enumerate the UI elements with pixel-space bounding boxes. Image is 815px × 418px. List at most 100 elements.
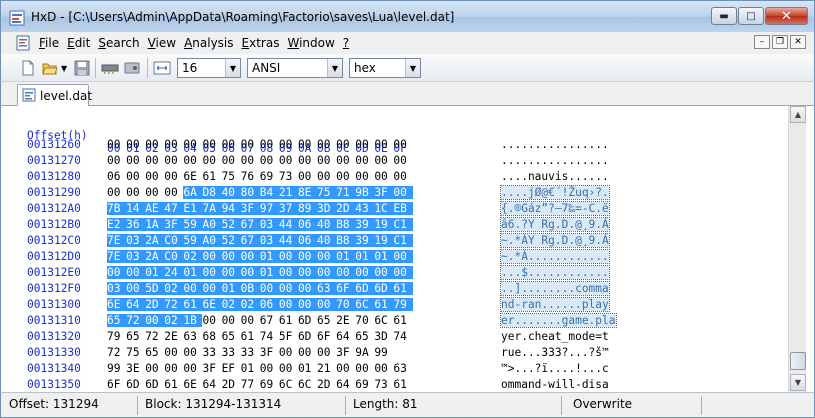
hex-byte[interactable]: 00 (297, 298, 318, 311)
hex-byte[interactable]: 01 (336, 250, 356, 263)
hex-byte[interactable]: 67 (240, 234, 260, 247)
bytes-per-row-select[interactable]: 16 ▼ (177, 58, 241, 78)
hex-byte[interactable]: 2D (317, 378, 336, 391)
save-icon[interactable] (73, 59, 91, 77)
hex-byte[interactable]: 00 (202, 314, 221, 327)
hex-byte[interactable]: 01 (259, 266, 279, 279)
hex-byte[interactable]: 47 (164, 202, 184, 215)
hex-byte[interactable]: 61 (279, 314, 298, 327)
ascii-text[interactable]: ................ (501, 154, 609, 167)
hex-byte[interactable]: 00 (107, 266, 127, 279)
hex-byte[interactable]: 00 (317, 298, 337, 311)
ascii-text[interactable]: ...$............ (500, 265, 610, 280)
hex-byte[interactable]: 00 (221, 266, 241, 279)
hex-byte[interactable]: 19 (374, 234, 394, 247)
tab-level-dat[interactable]: level.dat (17, 84, 92, 106)
hex-byte[interactable]: 00 (164, 186, 183, 199)
hex-byte[interactable]: 01 (355, 250, 375, 263)
hex-byte[interactable]: 03 (126, 250, 146, 263)
offset-base-select[interactable]: hex ▼ (349, 58, 421, 78)
hex-byte[interactable]: 00 (260, 362, 279, 375)
hex-byte[interactable]: 00 (126, 154, 145, 167)
hex-byte[interactable]: 00 (374, 266, 394, 279)
hex-byte[interactable]: 00 (374, 138, 393, 151)
hex-byte[interactable]: 00 (279, 346, 298, 359)
document-icon[interactable] (15, 35, 31, 51)
hex-byte[interactable]: 6F (107, 378, 126, 391)
hex-byte[interactable]: 6E (202, 298, 222, 311)
hex-byte[interactable]: AE (145, 202, 165, 215)
hex-byte[interactable]: 00 (374, 154, 393, 167)
hex-byte[interactable]: C1 (393, 234, 413, 247)
mdi-minimize-button[interactable]: – (754, 35, 770, 49)
hex-byte[interactable]: 00 (393, 186, 413, 199)
hex-byte[interactable]: B8 (336, 218, 356, 231)
hex-byte[interactable]: 36 (126, 218, 146, 231)
hex-byte[interactable]: 01 (374, 250, 394, 263)
hex-byte[interactable]: 2D (145, 298, 165, 311)
hex-byte[interactable]: 00 (336, 154, 355, 167)
hex-byte[interactable]: 24 (164, 266, 184, 279)
hex-byte[interactable]: 77 (241, 378, 260, 391)
hex-byte[interactable]: 1B (183, 314, 203, 327)
hex-byte[interactable]: 52 (221, 234, 241, 247)
hex-byte[interactable]: 99 (374, 346, 393, 359)
ascii-text[interactable]: ..]........comma (500, 281, 610, 296)
hex-byte[interactable]: 6C (374, 314, 393, 327)
hex-byte[interactable]: 00 (297, 266, 318, 279)
hex-byte[interactable]: 00 (202, 250, 222, 263)
hex-byte[interactable]: 00 (355, 362, 374, 375)
hex-byte[interactable]: 7E (107, 234, 127, 247)
hex-byte[interactable]: 70 (336, 298, 356, 311)
hex-byte[interactable]: 00 (126, 282, 146, 295)
hex-byte[interactable]: 61 (374, 298, 394, 311)
ascii-text[interactable]: rue...333?...?š™ (501, 346, 609, 359)
hex-byte[interactable]: 00 (164, 170, 183, 183)
hex-byte[interactable]: 3F (374, 186, 394, 199)
hex-byte[interactable]: 00 (278, 298, 298, 311)
hex-byte[interactable]: 02 (240, 298, 260, 311)
hex-byte[interactable]: 61 (202, 170, 221, 183)
menu-help[interactable]: ? (343, 36, 349, 50)
hex-byte[interactable]: 00 (164, 138, 183, 151)
hex-byte[interactable]: 1C (374, 202, 394, 215)
hex-byte[interactable]: 74 (260, 330, 279, 343)
hex-byte[interactable]: 63 (393, 362, 412, 375)
hex-byte[interactable]: 6E (183, 170, 202, 183)
hex-byte[interactable]: 33 (241, 346, 260, 359)
hex-byte[interactable]: 65 (107, 314, 127, 327)
hex-byte[interactable]: 00 (260, 138, 279, 151)
hex-byte[interactable]: 00 (221, 250, 241, 263)
hex-byte[interactable]: 00 (183, 282, 203, 295)
hex-byte[interactable]: 21 (317, 362, 336, 375)
hex-byte[interactable]: 65 (355, 330, 374, 343)
hex-byte[interactable]: 03 (259, 218, 279, 231)
hex-byte[interactable]: 00 (298, 154, 317, 167)
hex-byte[interactable]: 00 (240, 266, 260, 279)
hex-byte[interactable]: 00 (317, 250, 337, 263)
hex-byte[interactable]: 06 (107, 170, 126, 183)
minimize-button[interactable]: ▬ (711, 7, 737, 25)
hex-byte[interactable]: 3F (164, 218, 184, 231)
hex-byte[interactable]: 65 (145, 346, 164, 359)
hex-byte[interactable]: 00 (374, 170, 393, 183)
ascii-text[interactable]: ~.*À............ (500, 249, 610, 264)
hex-byte[interactable]: 6E (107, 298, 127, 311)
hex-byte[interactable]: 63 (183, 330, 202, 343)
hex-byte[interactable]: 00 (317, 346, 336, 359)
hex-byte[interactable]: C1 (393, 218, 413, 231)
menu-search[interactable]: Search (98, 36, 139, 50)
open-dropdown-arrow[interactable]: ▼ (61, 64, 67, 73)
hex-byte[interactable]: 40 (317, 218, 337, 231)
hex-byte[interactable]: 64 (202, 378, 221, 391)
hex-byte[interactable]: 2D (336, 202, 356, 215)
hex-byte[interactable]: 00 (393, 250, 413, 263)
hex-byte[interactable]: 64 (336, 378, 355, 391)
hex-byte[interactable]: 68 (202, 330, 221, 343)
hex-byte[interactable]: 00 (107, 186, 126, 199)
hex-byte[interactable]: 44 (278, 234, 298, 247)
hex-byte[interactable]: 79 (107, 330, 126, 343)
hex-byte[interactable]: 63 (317, 282, 337, 295)
hex-byte[interactable]: 69 (260, 170, 279, 183)
hex-byte[interactable]: 73 (374, 378, 393, 391)
